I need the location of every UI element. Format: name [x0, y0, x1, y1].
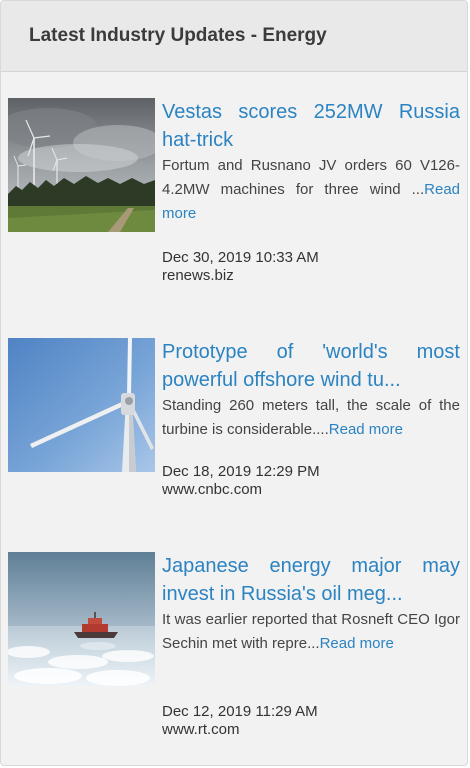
news-meta: Dec 18, 2019 12:29 PM www.cnbc.com [162, 462, 460, 499]
summary-text: Standing 260 meters tall, the scale of t… [162, 397, 460, 438]
wind-farm-image[interactable] [8, 98, 155, 232]
read-more-link[interactable]: Read more [320, 635, 394, 652]
news-body: Prototype of 'world's most powerful offs… [162, 338, 460, 442]
news-item: Japanese energy major may invest in Russ… [8, 552, 460, 752]
panel-header: Latest Industry Updates - Energy [1, 1, 467, 72]
source-name: www.cnbc.com [162, 481, 263, 498]
headline-link[interactable]: Japanese energy major may invest in Russ… [162, 552, 460, 608]
icebreaker-ship-image[interactable] [8, 552, 155, 686]
headline-link[interactable]: Prototype of 'world's most powerful offs… [162, 338, 460, 394]
summary-text: It was earlier reported that Rosneft CEO… [162, 611, 460, 652]
source-name: renews.biz [162, 267, 234, 284]
summary-text: Fortum and Rusnano JV orders 60 V126-4.2… [162, 157, 460, 198]
news-body: Vestas scores 252MW Russia hat-trick For… [162, 98, 460, 226]
source-name: www.rt.com [162, 721, 240, 738]
publish-date: Dec 12, 2019 11:29 AM [162, 703, 318, 720]
news-body: Japanese energy major may invest in Russ… [162, 552, 460, 656]
news-meta: Dec 12, 2019 11:29 AM www.rt.com [162, 702, 460, 739]
news-item: Vestas scores 252MW Russia hat-trick For… [8, 98, 460, 288]
read-more-link[interactable]: Read more [329, 421, 403, 438]
news-meta: Dec 30, 2019 10:33 AM renews.biz [162, 248, 460, 285]
energy-updates-panel: Latest Industry Updates - Energy Vestas … [0, 0, 468, 766]
summary: Fortum and Rusnano JV orders 60 V126-4.2… [162, 154, 460, 226]
news-item: Prototype of 'world's most powerful offs… [8, 338, 460, 528]
summary: It was earlier reported that Rosneft CEO… [162, 608, 460, 656]
headline-link[interactable]: Vestas scores 252MW Russia hat-trick [162, 98, 460, 154]
wind-turbine-image[interactable] [8, 338, 155, 472]
publish-date: Dec 18, 2019 12:29 PM [162, 463, 320, 480]
panel-title: Latest Industry Updates - Energy [29, 25, 327, 46]
publish-date: Dec 30, 2019 10:33 AM [162, 249, 319, 266]
summary: Standing 260 meters tall, the scale of t… [162, 394, 460, 442]
